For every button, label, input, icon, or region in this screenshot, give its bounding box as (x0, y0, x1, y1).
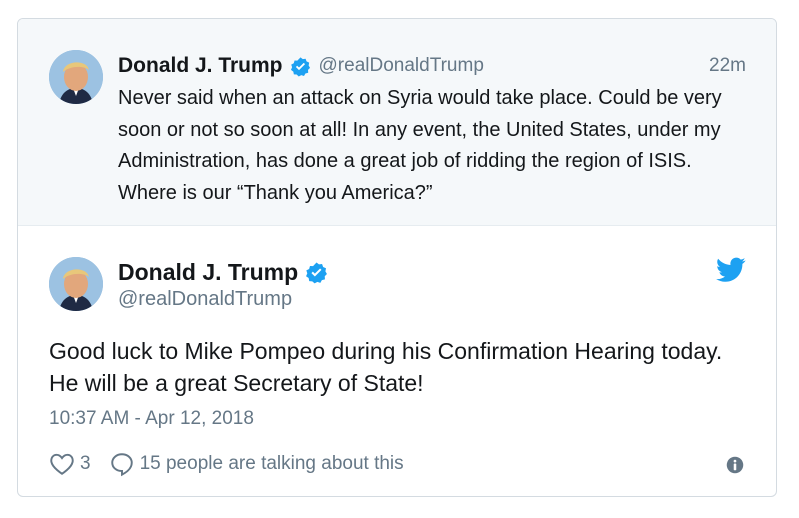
avatar[interactable] (49, 257, 103, 311)
heart-icon[interactable] (49, 451, 75, 477)
conversation-link[interactable]: 15 people are talking about this (109, 451, 404, 477)
main-tweet-header: Donald J. Trump (118, 258, 328, 286)
twitter-bird-icon[interactable] (716, 257, 746, 283)
conversation-count-label[interactable]: 15 people are talking about this (140, 453, 404, 475)
verified-badge-icon (290, 56, 311, 77)
parent-tweet[interactable]: Donald J. Trump @realDonaldTrump 22m Nev… (18, 19, 776, 226)
tweet-time[interactable]: 22m (709, 55, 746, 77)
likes-count[interactable]: 3 (80, 453, 91, 475)
author-handle[interactable]: @realDonaldTrump (319, 55, 484, 77)
parent-tweet-header: Donald J. Trump @realDonaldTrump (118, 53, 484, 79)
verified-badge-icon (305, 261, 328, 284)
tweet-actions: 3 15 people are talking about this (49, 450, 404, 478)
author-name[interactable]: Donald J. Trump (118, 54, 283, 78)
avatar[interactable] (49, 50, 103, 104)
reply-bubble-icon[interactable] (109, 451, 135, 477)
tweet-text: Good luck to Mike Pompeo during his Conf… (49, 338, 723, 396)
author-name[interactable]: Donald J. Trump (118, 259, 298, 286)
tweet-timestamp[interactable]: 10:37 AM - Apr 12, 2018 (49, 408, 254, 430)
embedded-tweet-card: Donald J. Trump @realDonaldTrump 22m Nev… (17, 18, 777, 497)
tweet-text: Never said when an attack on Syria would… (118, 87, 722, 204)
author-handle[interactable]: @realDonaldTrump (118, 288, 292, 311)
info-icon[interactable] (726, 456, 744, 474)
